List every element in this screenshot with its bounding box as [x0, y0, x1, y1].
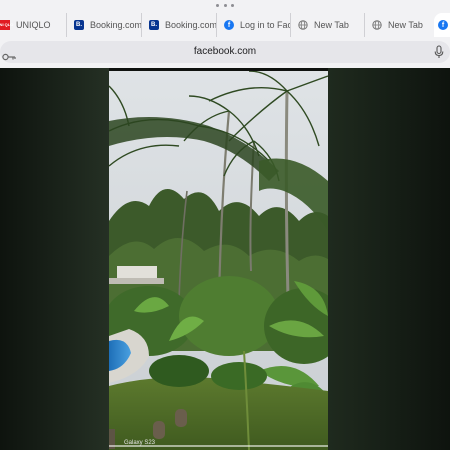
globe-icon: [372, 20, 382, 30]
tab-new-2[interactable]: New Tab: [364, 13, 434, 37]
globe-icon: [298, 20, 308, 30]
video-player[interactable]: Galaxy S23: [109, 71, 328, 450]
tab-label: New Tab: [388, 20, 423, 30]
tab-booking-1[interactable]: B. Booking.com: [66, 13, 141, 37]
tab-label: Log in to Facebook: [240, 20, 290, 30]
tab-label: UNIQLO: [16, 20, 51, 30]
tab-uniqlo[interactable]: UNI QLO UNIQLO: [0, 13, 66, 37]
video-progress-bar[interactable]: [109, 445, 328, 447]
tab-new-1[interactable]: New Tab: [290, 13, 364, 37]
tab-facebook-login[interactable]: f Log in to Facebook: [216, 13, 290, 37]
tab-facebook-active[interactable]: f: [434, 13, 450, 37]
tab-label: Booking.com: [90, 20, 141, 30]
booking-icon: B.: [74, 20, 84, 30]
page-content: Galaxy S23: [0, 68, 450, 450]
url-field[interactable]: facebook.com: [0, 41, 450, 63]
blurred-video-backdrop-right: [328, 68, 450, 450]
booking-icon: B.: [149, 20, 159, 30]
more-options-icon[interactable]: [216, 4, 234, 8]
uniqlo-logo-icon: UNI QLO: [0, 20, 13, 30]
address-bar: facebook.com: [0, 39, 450, 64]
microphone-icon[interactable]: [434, 45, 444, 59]
browser-window: UNI QLO UNIQLO B. Booking.com B. Booking…: [0, 0, 450, 450]
browser-chrome: UNI QLO UNIQLO B. Booking.com B. Booking…: [0, 0, 450, 68]
tab-strip: UNI QLO UNIQLO B. Booking.com B. Booking…: [0, 13, 450, 37]
url-text: facebook.com: [193, 46, 257, 57]
tab-booking-2[interactable]: B. Booking.com: [141, 13, 216, 37]
facebook-icon: f: [224, 20, 234, 30]
facebook-icon: f: [438, 20, 448, 30]
tab-label: Booking.com: [165, 20, 216, 30]
tab-label: New Tab: [314, 20, 349, 30]
tropical-garden-video: [109, 71, 328, 450]
blurred-video-backdrop-left: [0, 68, 109, 450]
